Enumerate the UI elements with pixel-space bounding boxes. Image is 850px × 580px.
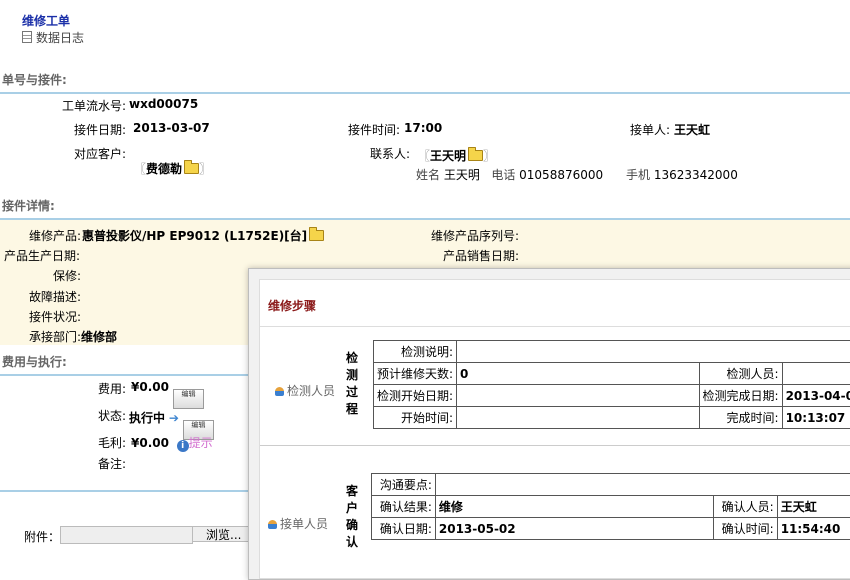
user-icon bbox=[275, 387, 284, 396]
receiver-value: 王天虹 bbox=[674, 121, 710, 138]
section-detail-header: 接件详情: bbox=[2, 197, 55, 214]
inspect-end-date-label: 检测完成日期: bbox=[699, 385, 782, 407]
serial-value: wxd00075 bbox=[129, 97, 198, 111]
confirmer-label: 确认人员: bbox=[713, 496, 777, 518]
hint-link[interactable]: 提示 bbox=[189, 436, 213, 450]
inspect-end-date-value: 2013-04-0 bbox=[782, 385, 850, 407]
confirm-date-label: 确认日期: bbox=[372, 518, 436, 540]
inspect-table: 检测说明: 预计维修天数: 0 检测人员: 检测开始日期: 检测完成日期: 20… bbox=[373, 340, 850, 429]
receiver-person: 接单人员 bbox=[268, 515, 328, 532]
inspect-person: 检测人员 bbox=[275, 382, 335, 399]
attachment-label: 附件： bbox=[24, 528, 60, 545]
data-log-link[interactable]: 数据日志 bbox=[22, 29, 84, 46]
fault-label: 故障描述: bbox=[29, 288, 81, 305]
inspect-note-value bbox=[457, 341, 850, 363]
folder-icon[interactable] bbox=[184, 163, 199, 174]
profit-label: 毛利: bbox=[98, 434, 126, 451]
inspector-value bbox=[782, 363, 850, 385]
contact-mobile: 手机 13623342000 bbox=[626, 166, 738, 183]
table-row: 沟通要点: bbox=[372, 474, 850, 496]
customer-label: 对应客户: bbox=[74, 145, 126, 162]
customer-link[interactable]: 〖费德勒〗 bbox=[134, 160, 211, 177]
page-title[interactable]: 维修工单 bbox=[22, 12, 70, 29]
confirm-table: 沟通要点: 确认结果: 维修 确认人员: 王天虹 确认日期: 2013-05-0… bbox=[371, 473, 850, 540]
receiver-label: 接单人: bbox=[630, 121, 670, 138]
receive-date-label: 接件日期: bbox=[74, 121, 126, 138]
table-row: 确认结果: 维修 确认人员: 王天虹 bbox=[372, 496, 850, 518]
receive-time-label: 接件时间: bbox=[348, 121, 400, 138]
intake-status-label: 接件状况: bbox=[29, 308, 81, 325]
folder-icon[interactable] bbox=[309, 230, 324, 241]
talk-points-value bbox=[435, 474, 850, 496]
inspect-start-date-label: 检测开始日期: bbox=[374, 385, 457, 407]
document-icon bbox=[22, 31, 32, 43]
fee-row: ¥0.00编辑 bbox=[131, 380, 204, 409]
dialog-divider bbox=[260, 326, 850, 327]
table-row: 检测说明: bbox=[374, 341, 850, 363]
end-time-value: 10:13:07 bbox=[782, 407, 850, 429]
section-order-header: 单号与接件: bbox=[2, 71, 67, 88]
inspect-note-label: 检测说明: bbox=[374, 341, 457, 363]
table-row: 检测开始日期: 检测完成日期: 2013-04-0 bbox=[374, 385, 850, 407]
repair-steps-dialog: 维修步骤 检测人员 检测过程 检测说明: 预计维修天数: 0 检测人员: 检测开… bbox=[248, 268, 850, 580]
start-time-value bbox=[457, 407, 699, 429]
talk-points-label: 沟通要点: bbox=[372, 474, 436, 496]
confirm-time-value: 11:54:40 bbox=[777, 518, 850, 540]
end-time-label: 完成时间: bbox=[699, 407, 782, 429]
confirmer-value: 王天虹 bbox=[777, 496, 850, 518]
receive-time-value: 17:00 bbox=[404, 121, 442, 135]
info-icon[interactable]: i bbox=[177, 440, 189, 452]
dept-label: 承接部门:维修部 bbox=[29, 328, 117, 345]
confirm-time-label: 确认时间: bbox=[713, 518, 777, 540]
contact-label: 联系人: bbox=[370, 145, 410, 162]
folder-icon[interactable] bbox=[468, 150, 483, 161]
contact-link[interactable]: 〖王天明〗 bbox=[418, 147, 495, 164]
product-serial-label: 维修产品序列号: bbox=[431, 227, 519, 244]
fee-label: 费用: bbox=[98, 380, 126, 397]
product-label: 维修产品: bbox=[29, 227, 81, 244]
confirm-result-value: 维修 bbox=[435, 496, 713, 518]
attachment-file-input[interactable] bbox=[60, 526, 193, 544]
profit-row: ¥0.00 i提示 bbox=[131, 434, 213, 452]
browse-button[interactable]: 浏览... bbox=[192, 526, 252, 542]
contact-info: 姓名 王天明 电话 01058876000 bbox=[416, 166, 603, 183]
confirm-result-label: 确认结果: bbox=[372, 496, 436, 518]
state-label: 状态: bbox=[98, 407, 126, 424]
mfg-date-label: 产品生产日期: bbox=[4, 247, 80, 264]
table-row: 预计维修天数: 0 检测人员: bbox=[374, 363, 850, 385]
sale-date-label: 产品销售日期: bbox=[443, 247, 519, 264]
product-link[interactable]: 惠普投影仪/HP EP9012 (L1752E)[台] bbox=[82, 227, 324, 244]
estimate-days-value: 0 bbox=[457, 363, 699, 385]
confirm-date-value: 2013-05-02 bbox=[435, 518, 713, 540]
table-row: 确认日期: 2013-05-02 确认时间: 11:54:40 bbox=[372, 518, 850, 540]
confirm-stage-label: 客户确认 bbox=[345, 483, 359, 551]
inspector-label: 检测人员: bbox=[699, 363, 782, 385]
table-row: 开始时间: 完成时间: 10:13:07 bbox=[374, 407, 850, 429]
inspect-start-date-value bbox=[457, 385, 699, 407]
inspect-stage-label: 检测过程 bbox=[345, 350, 359, 418]
user-icon bbox=[268, 520, 277, 529]
warranty-label: 保修: bbox=[53, 267, 81, 284]
estimate-days-label: 预计维修天数: bbox=[374, 363, 457, 385]
serial-label: 工单流水号: bbox=[62, 97, 126, 114]
remark-label: 备注: bbox=[98, 455, 126, 472]
section-cost-header: 费用与执行: bbox=[2, 353, 67, 370]
dialog-title: 维修步骤 bbox=[268, 297, 316, 314]
arrow-right-icon[interactable]: ➔ bbox=[169, 411, 179, 425]
block-divider bbox=[260, 445, 850, 446]
receive-date-value: 2013-03-07 bbox=[133, 121, 210, 135]
edit-fee-button[interactable]: 编辑 bbox=[173, 389, 204, 409]
section-divider bbox=[0, 92, 850, 94]
dialog-body: 维修步骤 检测人员 检测过程 检测说明: 预计维修天数: 0 检测人员: 检测开… bbox=[259, 279, 850, 579]
start-time-label: 开始时间: bbox=[374, 407, 457, 429]
